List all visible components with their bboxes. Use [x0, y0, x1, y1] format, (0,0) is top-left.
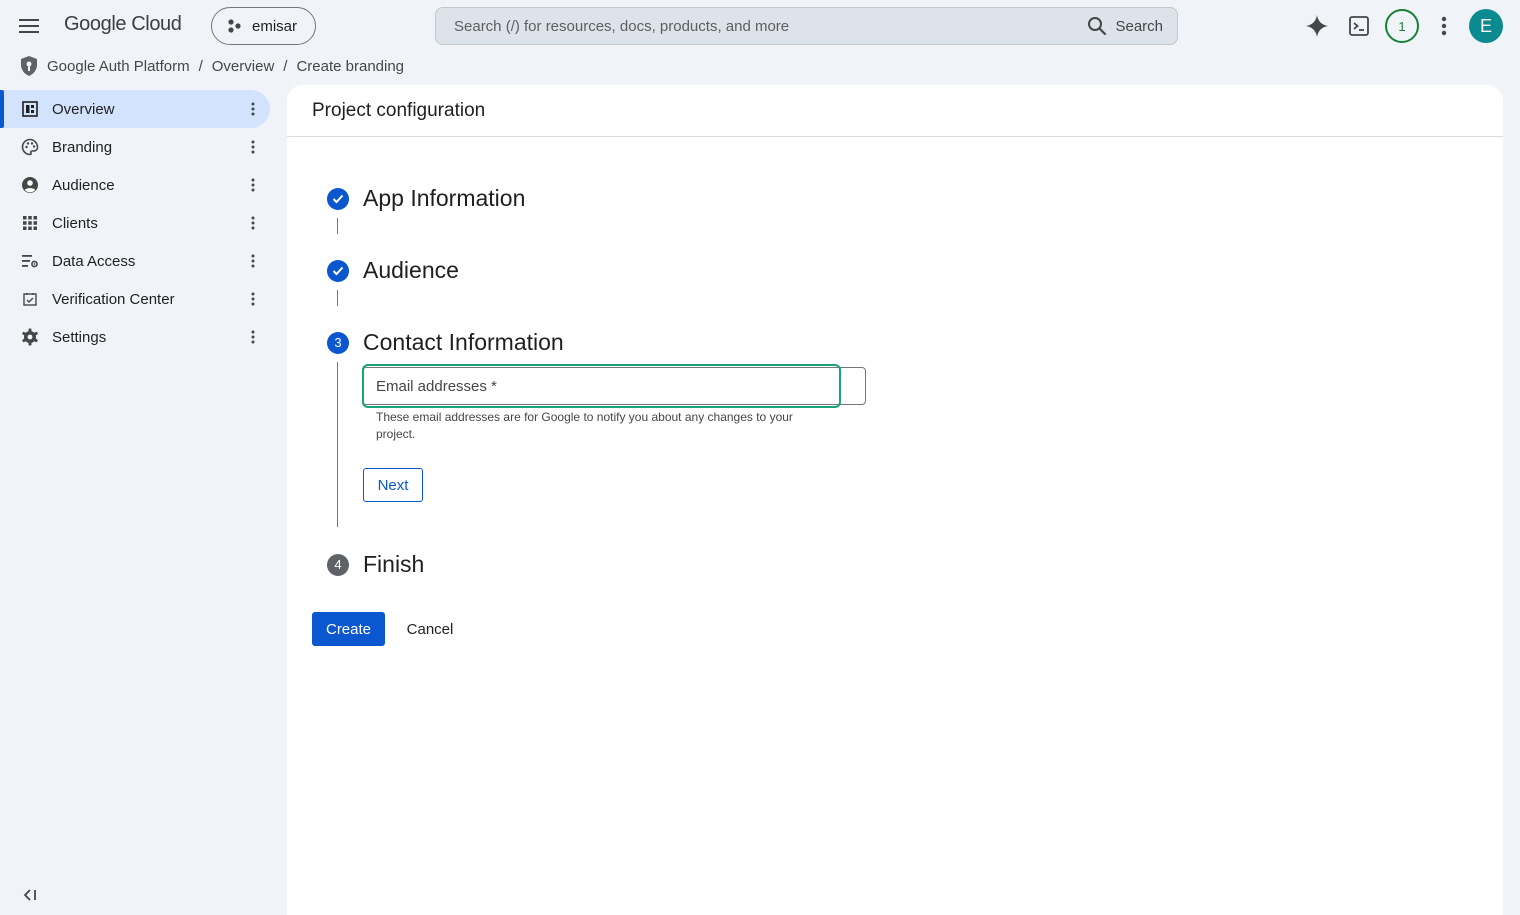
- create-button[interactable]: Create: [312, 612, 385, 646]
- step-title: Contact Information: [363, 329, 564, 355]
- check-circle-icon: [327, 187, 349, 210]
- email-field-container: [362, 367, 866, 405]
- project-picker-button[interactable]: emisar: [211, 7, 316, 45]
- step-app-information[interactable]: App Information: [327, 185, 525, 212]
- step-connector: [337, 290, 338, 306]
- collapse-sidebar-button[interactable]: [18, 883, 42, 907]
- notifications-badge[interactable]: 1: [1385, 9, 1419, 43]
- breadcrumb-overview[interactable]: Overview: [212, 58, 275, 75]
- sidebar-item-branding[interactable]: Branding: [0, 128, 270, 166]
- sidebar-item-label: Data Access: [52, 252, 136, 270]
- search-button-label: Search: [1115, 17, 1163, 35]
- step-connector: [337, 362, 338, 527]
- data-access-icon: [20, 251, 40, 271]
- more-options-button[interactable]: [1428, 10, 1460, 42]
- gear-icon: [20, 327, 40, 347]
- sidebar-item-label: Verification Center: [52, 290, 175, 308]
- cloud-shell-terminal-icon: [1348, 15, 1370, 37]
- email-field[interactable]: [363, 368, 865, 404]
- step-contact-information[interactable]: 3 Contact Information: [327, 329, 564, 356]
- sidebar-item-label: Settings: [52, 328, 107, 346]
- next-button[interactable]: Next: [363, 468, 423, 502]
- sidebar-item-verification-center[interactable]: Verification Center: [0, 280, 270, 318]
- more-vert-icon[interactable]: [240, 134, 266, 160]
- main-panel: Project configuration App Information Au…: [287, 85, 1503, 915]
- search-input[interactable]: [454, 17, 1078, 35]
- more-vert-icon[interactable]: [240, 286, 266, 312]
- email-helper-text: These email addresses are for Google to …: [376, 410, 793, 441]
- sidebar-item-label: Overview: [52, 100, 115, 118]
- step-audience[interactable]: Audience: [327, 257, 459, 284]
- google-cloud-logo[interactable]: Google Cloud: [64, 13, 182, 36]
- sidebar-item-label: Clients: [52, 214, 98, 232]
- step-connector: [337, 218, 338, 234]
- palette-icon: [20, 137, 40, 157]
- verification-icon: [20, 289, 40, 309]
- collapse-left-icon: [23, 889, 37, 901]
- sidebar-item-label: Branding: [52, 138, 113, 156]
- sidebar-item-settings[interactable]: Settings: [0, 318, 270, 356]
- project-icon: [226, 18, 242, 34]
- account-avatar[interactable]: E: [1469, 9, 1503, 43]
- gemini-sparkle-icon: [1305, 14, 1329, 38]
- page-title: Project configuration: [312, 99, 486, 121]
- sidebar-item-clients[interactable]: Clients: [0, 204, 270, 242]
- more-vert-icon[interactable]: [240, 210, 266, 236]
- more-vert-icon[interactable]: [240, 172, 266, 198]
- more-vert-icon: [1441, 16, 1447, 36]
- dashboard-icon: [20, 99, 40, 119]
- account-circle-icon: [20, 175, 40, 195]
- search-bar: Search: [435, 7, 1178, 45]
- breadcrumb-auth-platform[interactable]: Google Auth Platform: [47, 58, 190, 75]
- more-vert-icon[interactable]: [240, 324, 266, 350]
- gemini-button[interactable]: [1301, 10, 1333, 42]
- top-bar: Google Cloud emisar Search 1 E: [0, 0, 1520, 52]
- step-title: Finish: [363, 551, 425, 577]
- breadcrumb-separator: /: [198, 57, 203, 75]
- breadcrumb-separator: /: [283, 57, 288, 75]
- project-name: emisar: [252, 17, 298, 35]
- step-title: Audience: [363, 257, 459, 283]
- check-circle-icon: [327, 259, 349, 282]
- cancel-button[interactable]: Cancel: [395, 612, 465, 646]
- step-number-badge: 3: [327, 331, 349, 354]
- sidebar: Overview Branding Audience Clients Data …: [0, 90, 280, 915]
- auth-platform-shield-icon: [19, 55, 39, 77]
- sidebar-item-overview[interactable]: Overview: [0, 90, 270, 128]
- breadcrumb-current: Create branding: [296, 57, 405, 75]
- search-button[interactable]: Search: [1077, 8, 1177, 44]
- main-menu-button[interactable]: [14, 11, 44, 41]
- sidebar-item-audience[interactable]: Audience: [0, 166, 270, 204]
- step-title: App Information: [363, 185, 526, 211]
- more-vert-icon[interactable]: [240, 248, 266, 274]
- apps-grid-icon: [20, 213, 40, 233]
- panel-header: Project configuration: [287, 85, 1503, 137]
- breadcrumb: Google Auth Platform / Overview / Create…: [19, 55, 404, 77]
- hamburger-menu-icon: [19, 19, 39, 33]
- step-finish[interactable]: 4 Finish: [327, 551, 424, 578]
- step-number-badge: 4: [327, 553, 349, 576]
- sidebar-item-data-access[interactable]: Data Access: [0, 242, 270, 280]
- more-vert-icon[interactable]: [240, 96, 266, 122]
- cloud-shell-button[interactable]: [1343, 10, 1375, 42]
- search-icon: [1087, 16, 1107, 36]
- sidebar-item-label: Audience: [52, 176, 115, 194]
